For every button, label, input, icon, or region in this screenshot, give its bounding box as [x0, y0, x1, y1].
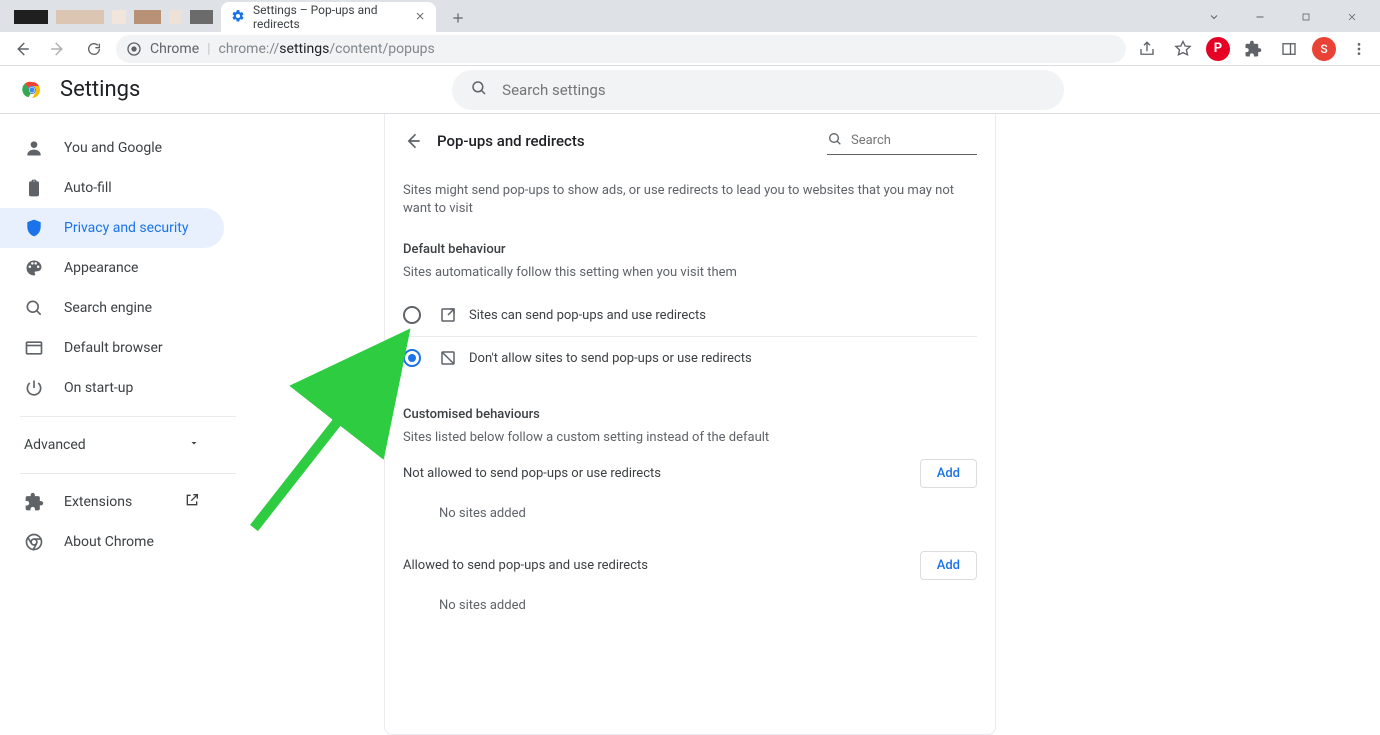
sidebar-advanced-toggle[interactable]: Advanced [0, 425, 224, 465]
bookmark-star-icon[interactable] [1170, 36, 1196, 62]
search-icon [470, 79, 488, 101]
puzzle-icon [24, 492, 44, 512]
close-tab-icon[interactable] [414, 10, 426, 24]
nav-forward-button[interactable] [44, 35, 72, 63]
new-tab-button[interactable] [444, 4, 472, 32]
tab-swatch [190, 10, 213, 24]
active-tab[interactable]: Settings – Pop-ups and redirects [221, 2, 436, 32]
sidebar-item-privacy-security[interactable]: Privacy and security [0, 208, 224, 248]
card-search[interactable] [827, 127, 977, 155]
shield-icon [24, 218, 44, 238]
card-description: Sites might send pop-ups to show ads, or… [403, 182, 977, 218]
address-bar[interactable]: Chrome | chrome://settings/content/popup… [116, 35, 1126, 63]
sidebar-item-default-browser[interactable]: Default browser [0, 328, 224, 368]
allowed-empty: No sites added [403, 580, 977, 631]
url-text: chrome://settings/content/popups [219, 41, 435, 57]
settings-gear-icon [231, 9, 245, 25]
sidebar-item-search-engine[interactable]: Search engine [0, 288, 224, 328]
open-external-icon [184, 492, 200, 512]
chevron-down-icon [188, 437, 200, 453]
tab-search-button[interactable] [1192, 2, 1236, 32]
person-icon [24, 138, 44, 158]
palette-icon [24, 258, 44, 278]
add-allowed-button[interactable]: Add [920, 551, 977, 580]
settings-card: Pop-ups and redirects Sites might send p… [384, 114, 996, 735]
settings-sidebar: You and Google Auto-fill Privacy and sec… [0, 114, 256, 735]
maximize-button[interactable] [1284, 2, 1328, 32]
close-window-button[interactable] [1330, 2, 1374, 32]
pinterest-extension-icon[interactable]: P [1206, 37, 1230, 61]
tab-title: Settings – Pop-ups and redirects [253, 3, 406, 31]
default-behaviour-heading: Default behaviour [403, 242, 977, 257]
sidebar-divider [20, 416, 236, 417]
search-icon [827, 131, 843, 151]
chrome-logo-icon [20, 78, 44, 102]
allowed-heading: Allowed to send pop-ups and use redirect… [403, 558, 648, 573]
customised-heading: Customised behaviours [403, 407, 977, 422]
minimize-button[interactable] [1238, 2, 1282, 32]
tab-swatch [56, 10, 104, 24]
popup-block-icon [439, 349, 457, 367]
profile-avatar[interactable]: S [1312, 37, 1336, 61]
not-allowed-empty: No sites added [403, 488, 977, 539]
tab-swatch [169, 10, 182, 24]
sidebar-item-appearance[interactable]: Appearance [0, 248, 224, 288]
sidebar-item-you-and-google[interactable]: You and Google [0, 128, 224, 168]
tab-swatch [112, 10, 125, 24]
background-tab[interactable] [6, 2, 221, 32]
not-allowed-heading: Not allowed to send pop-ups or use redir… [403, 466, 661, 481]
power-icon [24, 378, 44, 398]
radio-unchecked-icon [403, 306, 421, 324]
radio-allow-popups[interactable]: Sites can send pop-ups and use redirects [403, 294, 977, 336]
browser-window-icon [24, 338, 44, 358]
nav-back-button[interactable] [8, 35, 36, 63]
browser-toolbar: Chrome | chrome://settings/content/popup… [0, 32, 1380, 66]
sidebar-item-on-startup[interactable]: On start-up [0, 368, 224, 408]
back-arrow-button[interactable] [403, 131, 423, 151]
clipboard-icon [24, 178, 44, 198]
tab-swatch [14, 10, 48, 24]
sidebar-item-extensions[interactable]: Extensions [0, 482, 224, 522]
card-title: Pop-ups and redirects [437, 132, 813, 150]
settings-title: Settings [60, 77, 140, 102]
radio-checked-icon [403, 349, 421, 367]
url-host-label: Chrome [150, 41, 199, 57]
nav-reload-button[interactable] [80, 35, 108, 63]
sidebar-item-autofill[interactable]: Auto-fill [0, 168, 224, 208]
popup-allow-icon [439, 306, 457, 324]
sidebar-item-about-chrome[interactable]: About Chrome [0, 522, 224, 562]
window-controls [1192, 2, 1374, 32]
extensions-puzzle-icon[interactable] [1240, 36, 1266, 62]
customised-sub: Sites listed below follow a custom setti… [403, 430, 977, 445]
default-behaviour-sub: Sites automatically follow this setting … [403, 265, 977, 280]
site-info-icon[interactable] [126, 41, 142, 57]
card-search-input[interactable] [851, 133, 977, 148]
side-panel-icon[interactable] [1276, 36, 1302, 62]
settings-search-box[interactable] [452, 70, 1064, 110]
share-icon[interactable] [1134, 36, 1160, 62]
add-not-allowed-button[interactable]: Add [920, 459, 977, 488]
settings-search-input[interactable] [502, 81, 1046, 99]
search-icon [24, 298, 44, 318]
sidebar-divider [20, 473, 236, 474]
tab-strip: Settings – Pop-ups and redirects [0, 0, 1380, 32]
browser-menu-icon[interactable] [1346, 36, 1372, 62]
chrome-outline-icon [24, 532, 44, 552]
tab-swatch [134, 10, 161, 24]
settings-header: Settings [0, 66, 1380, 114]
radio-block-popups[interactable]: Don't allow sites to send pop-ups or use… [403, 336, 977, 379]
